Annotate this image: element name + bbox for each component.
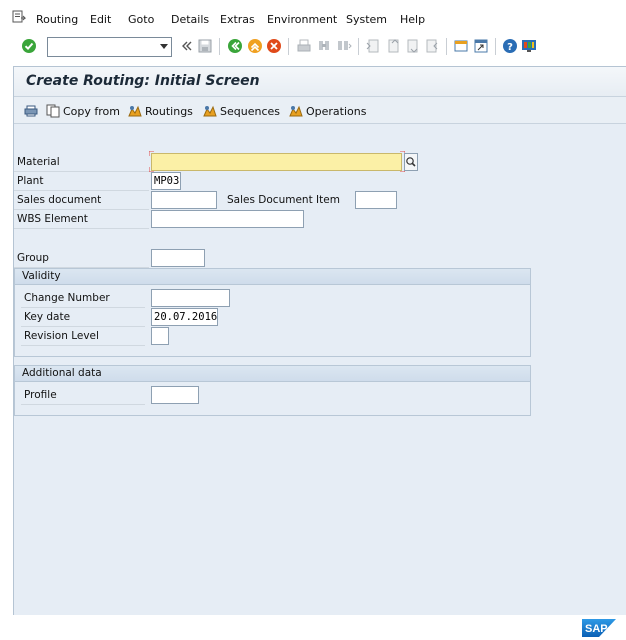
menu-extras[interactable]: Extras xyxy=(220,13,255,26)
sales-document-item-input[interactable] xyxy=(355,191,397,209)
routings-icon xyxy=(128,105,142,117)
shortcut-icon[interactable] xyxy=(473,38,489,54)
help-icon[interactable]: ? xyxy=(502,38,518,54)
page-title: Create Routing: Initial Screen xyxy=(26,73,260,89)
previous-page-icon[interactable] xyxy=(385,38,401,54)
svg-text:?: ? xyxy=(507,42,513,53)
revision-level-input[interactable] xyxy=(151,327,169,345)
title-bar: Create Routing: Initial Screen xyxy=(14,67,626,97)
copy-from-label: Copy from xyxy=(63,104,120,118)
cancel-icon[interactable] xyxy=(266,38,282,54)
material-label: Material xyxy=(14,153,149,172)
copy-icon xyxy=(46,104,60,118)
last-page-icon[interactable] xyxy=(424,38,440,54)
revision-level-label: Revision Level xyxy=(21,327,145,346)
find-icon[interactable] xyxy=(316,38,332,54)
plant-input[interactable]: MP03 xyxy=(151,172,181,190)
wbs-element-input[interactable] xyxy=(151,210,304,228)
print-icon[interactable] xyxy=(296,38,312,54)
save-icon[interactable] xyxy=(197,38,213,54)
search-help-icon[interactable] xyxy=(404,153,418,171)
exit-icon[interactable] xyxy=(247,38,263,54)
operations-label: Operations xyxy=(306,104,367,118)
key-date-input[interactable]: 20.07.2016 xyxy=(151,308,218,326)
first-page-icon[interactable] xyxy=(365,38,381,54)
other-routing-button[interactable] xyxy=(24,103,38,119)
find-next-icon[interactable] xyxy=(336,38,352,54)
operations-icon xyxy=(289,105,303,117)
toolbar-separator xyxy=(219,38,220,55)
printer-stack-icon xyxy=(24,105,38,117)
group-input[interactable] xyxy=(151,249,205,267)
system-menu-icon[interactable] xyxy=(12,10,26,24)
validity-group: Validity Change Number Key date 20.07.20… xyxy=(14,268,531,357)
menu-details[interactable]: Details xyxy=(171,13,209,26)
toolbar-separator xyxy=(288,38,289,55)
additional-data-group: Additional data Profile xyxy=(14,365,531,416)
toolbar-separator xyxy=(446,38,447,55)
validity-group-title: Validity xyxy=(15,269,530,285)
routings-label: Routings xyxy=(145,104,193,118)
standard-toolbar: ? xyxy=(0,34,626,60)
command-input[interactable] xyxy=(48,38,156,56)
key-date-label: Key date xyxy=(21,308,145,327)
plant-label: Plant xyxy=(14,172,149,191)
routings-button[interactable]: Routings xyxy=(128,103,193,119)
application-toolbar: Copy from Routings Sequences Operations xyxy=(14,97,626,124)
sales-document-input[interactable] xyxy=(151,191,217,209)
chevron-down-icon[interactable] xyxy=(160,44,168,50)
menu-goto[interactable]: Goto xyxy=(128,13,154,26)
profile-label: Profile xyxy=(21,386,145,405)
group-label: Group xyxy=(14,249,149,268)
sap-logo-text: SAP xyxy=(585,623,608,635)
back-icon[interactable] xyxy=(227,38,243,54)
menu-routing[interactable]: Routing xyxy=(36,13,78,26)
main-screen: Create Routing: Initial Screen Copy from… xyxy=(13,66,626,615)
double-chevron-left-icon[interactable] xyxy=(179,38,195,54)
enter-check-icon[interactable] xyxy=(21,38,37,54)
wbs-element-label: WBS Element xyxy=(14,210,149,229)
menu-help[interactable]: Help xyxy=(400,13,425,26)
toolbar-separator xyxy=(358,38,359,55)
profile-input[interactable] xyxy=(151,386,199,404)
sequences-button[interactable]: Sequences xyxy=(203,103,280,119)
sales-document-label: Sales document xyxy=(14,191,149,210)
copy-from-button[interactable]: Copy from xyxy=(46,103,120,119)
menu-bar: Routing Edit Goto Details Extras Environ… xyxy=(0,0,626,34)
sales-document-item-label: Sales Document Item xyxy=(227,194,340,206)
sap-logo: SAP xyxy=(582,619,616,637)
sequences-label: Sequences xyxy=(220,104,280,118)
sequences-icon xyxy=(203,105,217,117)
menu-system[interactable]: System xyxy=(346,13,387,26)
required-corner-marker xyxy=(149,151,154,156)
change-number-input[interactable] xyxy=(151,289,230,307)
toolbar-separator xyxy=(495,38,496,55)
menu-edit[interactable]: Edit xyxy=(90,13,111,26)
operations-button[interactable]: Operations xyxy=(289,103,366,119)
command-field[interactable] xyxy=(47,37,172,57)
change-number-label: Change Number xyxy=(21,289,145,308)
next-page-icon[interactable] xyxy=(405,38,421,54)
menu-environment[interactable]: Environment xyxy=(267,13,337,26)
new-session-icon[interactable] xyxy=(453,38,469,54)
customize-layout-icon[interactable] xyxy=(521,38,537,54)
material-input[interactable] xyxy=(151,153,402,171)
additional-data-group-title: Additional data xyxy=(15,366,530,382)
